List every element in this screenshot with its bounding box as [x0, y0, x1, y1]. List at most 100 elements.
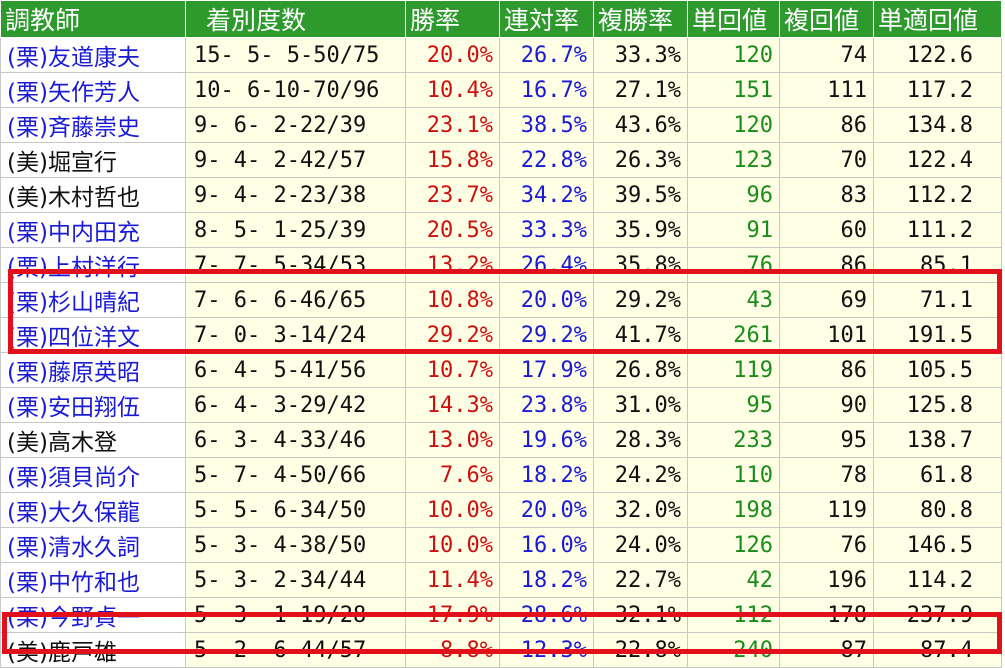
record-cell: 8- 5- 1-25/39: [185, 212, 406, 248]
win-return-cell: 120: [687, 37, 780, 73]
quinella-rate-cell: 19.6%: [499, 422, 594, 458]
adjusted-return-cell: 191.5: [873, 317, 1002, 353]
header-quinella-rate[interactable]: 連対率: [499, 0, 594, 38]
record-cell: 7- 0- 3-14/24: [185, 317, 406, 353]
place-return-cell: 111: [779, 72, 874, 108]
header-place-rate[interactable]: 複勝率: [593, 0, 688, 38]
trainer-name-cell: (栗)友道康夫: [0, 37, 186, 73]
win-return-cell: 112: [687, 597, 780, 633]
record-cell: 5- 2- 6-44/57: [185, 632, 406, 668]
table-row[interactable]: (栗)杉山晴紀 7- 6- 6-46/65 10.8% 20.0% 29.2% 43 69 7…: [0, 282, 1002, 318]
place-rate-cell: 27.1%: [593, 72, 688, 108]
win-rate-cell: 20.0%: [405, 37, 500, 73]
table-row[interactable]: (栗)矢作芳人 10- 6-10-70/96 10.4% 16.7% 27.1% 151 1…: [0, 72, 1002, 108]
quinella-rate-cell: 38.5%: [499, 107, 594, 143]
quinella-rate-cell: 20.0%: [499, 492, 594, 528]
record-cell: 15- 5- 5-50/75: [185, 37, 406, 73]
place-rate-cell: 22.8%: [593, 632, 688, 668]
table-row[interactable]: (栗)友道康夫 15- 5- 5-50/75 20.0% 26.7% 33.3% 120 7…: [0, 37, 1002, 73]
win-return-cell: 42: [687, 562, 780, 598]
table-row[interactable]: (美)木村哲也 9- 4- 2-23/38 23.7% 34.2% 39.5% 96 83 1…: [0, 177, 1002, 213]
table-row[interactable]: (栗)清水久詞 5- 3- 4-38/50 10.0% 16.0% 24.0% 126 76…: [0, 527, 1002, 563]
win-return-cell: 95: [687, 387, 780, 423]
place-rate-cell: 32.1%: [593, 597, 688, 633]
place-rate-cell: 32.0%: [593, 492, 688, 528]
place-return-cell: 196: [779, 562, 874, 598]
table-row[interactable]: (美)高木登 6- 3- 4-33/46 13.0% 19.6% 28.3% 233 95 1…: [0, 422, 1002, 458]
record-cell: 5- 3- 2-34/44: [185, 562, 406, 598]
header-record[interactable]: 着別度数: [185, 0, 406, 38]
adjusted-return-cell: 105.5: [873, 352, 1002, 388]
record-cell: 5- 3- 1-19/28: [185, 597, 406, 633]
place-return-cell: 178: [779, 597, 874, 633]
table-row[interactable]: (栗)上村洋行 7- 7- 5-34/53 13.2% 26.4% 35.8% 76 86 8…: [0, 247, 1002, 283]
adjusted-return-cell: 61.8: [873, 457, 1002, 493]
table-row[interactable]: (栗)須貝尚介 5- 7- 4-50/66 7.6% 18.2% 24.2% 110 78 6…: [0, 457, 1002, 493]
table-row[interactable]: (栗)大久保龍 5- 5- 6-34/50 10.0% 20.0% 32.0% 198 11…: [0, 492, 1002, 528]
win-rate-cell: 17.9%: [405, 597, 500, 633]
place-return-cell: 70: [779, 142, 874, 178]
win-rate-cell: 8.8%: [405, 632, 500, 668]
win-return-cell: 233: [687, 422, 780, 458]
win-return-cell: 120: [687, 107, 780, 143]
quinella-rate-cell: 16.0%: [499, 527, 594, 563]
quinella-rate-cell: 23.8%: [499, 387, 594, 423]
table-row[interactable]: (栗)中竹和也 5- 3- 2-34/44 11.4% 18.2% 22.7% 42 196…: [0, 562, 1002, 598]
record-cell: 10- 6-10-70/96: [185, 72, 406, 108]
quinella-rate-cell: 26.7%: [499, 37, 594, 73]
win-return-cell: 261: [687, 317, 780, 353]
record-cell: 7- 7- 5-34/53: [185, 247, 406, 283]
trainer-name-cell: (栗)藤原英昭: [0, 352, 186, 388]
table-row[interactable]: (栗)安田翔伍 6- 4- 3-29/42 14.3% 23.8% 31.0% 95 90 1…: [0, 387, 1002, 423]
trainer-name-cell: (栗)上村洋行: [0, 247, 186, 283]
table-row[interactable]: (栗)藤原英昭 6- 4- 5-41/56 10.7% 17.9% 26.8% 119 86…: [0, 352, 1002, 388]
quinella-rate-cell: 18.2%: [499, 457, 594, 493]
place-return-cell: 119: [779, 492, 874, 528]
win-rate-cell: 10.7%: [405, 352, 500, 388]
win-return-cell: 91: [687, 212, 780, 248]
quinella-rate-cell: 29.2%: [499, 317, 594, 353]
record-cell: 9- 6- 2-22/39: [185, 107, 406, 143]
record-cell: 6- 3- 4-33/46: [185, 422, 406, 458]
win-return-cell: 126: [687, 527, 780, 563]
header-win-return[interactable]: 単回値: [687, 0, 780, 38]
trainer-name-cell: (栗)杉山晴紀: [0, 282, 186, 318]
win-rate-cell: 14.3%: [405, 387, 500, 423]
header-place-return[interactable]: 複回値: [779, 0, 874, 38]
quinella-rate-cell: 20.0%: [499, 282, 594, 318]
win-rate-cell: 15.8%: [405, 142, 500, 178]
win-rate-cell: 10.0%: [405, 527, 500, 563]
header-adjusted-return[interactable]: 単適回値: [873, 0, 1002, 38]
table-row[interactable]: (美)鹿戸雄一 5- 2- 6-44/57 8.8% 12.3% 22.8% 240 87 8…: [0, 632, 1002, 668]
place-rate-cell: 24.0%: [593, 527, 688, 563]
trainer-name-cell: (栗)中内田充: [0, 212, 186, 248]
record-cell: 9- 4- 2-23/38: [185, 177, 406, 213]
quinella-rate-cell: 16.7%: [499, 72, 594, 108]
header-win-rate[interactable]: 勝率: [405, 0, 500, 38]
table-row[interactable]: (栗)今野貞一 5- 3- 1-19/28 17.9% 28.6% 32.1% 112 17…: [0, 597, 1002, 633]
trainer-name-cell: (栗)安田翔伍: [0, 387, 186, 423]
win-rate-cell: 10.0%: [405, 492, 500, 528]
place-return-cell: 95: [779, 422, 874, 458]
adjusted-return-cell: 112.2: [873, 177, 1002, 213]
adjusted-return-cell: 80.8: [873, 492, 1002, 528]
record-cell: 5- 3- 4-38/50: [185, 527, 406, 563]
win-rate-cell: 23.1%: [405, 107, 500, 143]
place-rate-cell: 43.6%: [593, 107, 688, 143]
table-row[interactable]: (栗)斉藤崇史 9- 6- 2-22/39 23.1% 38.5% 43.6% 120 86…: [0, 107, 1002, 143]
table-row[interactable]: (栗)四位洋文 7- 0- 3-14/24 29.2% 29.2% 41.7% 261 10…: [0, 317, 1002, 353]
win-rate-cell: 20.5%: [405, 212, 500, 248]
place-rate-cell: 28.3%: [593, 422, 688, 458]
win-return-cell: 123: [687, 142, 780, 178]
record-cell: 5- 5- 6-34/50: [185, 492, 406, 528]
win-return-cell: 119: [687, 352, 780, 388]
quinella-rate-cell: 26.4%: [499, 247, 594, 283]
place-return-cell: 86: [779, 107, 874, 143]
place-return-cell: 86: [779, 247, 874, 283]
record-cell: 6- 4- 5-41/56: [185, 352, 406, 388]
table-header: 調教師 着別度数 勝率 連対率 複勝率 単回値 複回値 単適回値: [0, 0, 1002, 38]
header-trainer[interactable]: 調教師: [0, 0, 186, 38]
table-row[interactable]: (美)堀宣行 9- 4- 2-42/57 15.8% 22.8% 26.3% 123 70 1…: [0, 142, 1002, 178]
place-return-cell: 90: [779, 387, 874, 423]
table-row[interactable]: (栗)中内田充 8- 5- 1-25/39 20.5% 33.3% 35.9% 91 60 1…: [0, 212, 1002, 248]
